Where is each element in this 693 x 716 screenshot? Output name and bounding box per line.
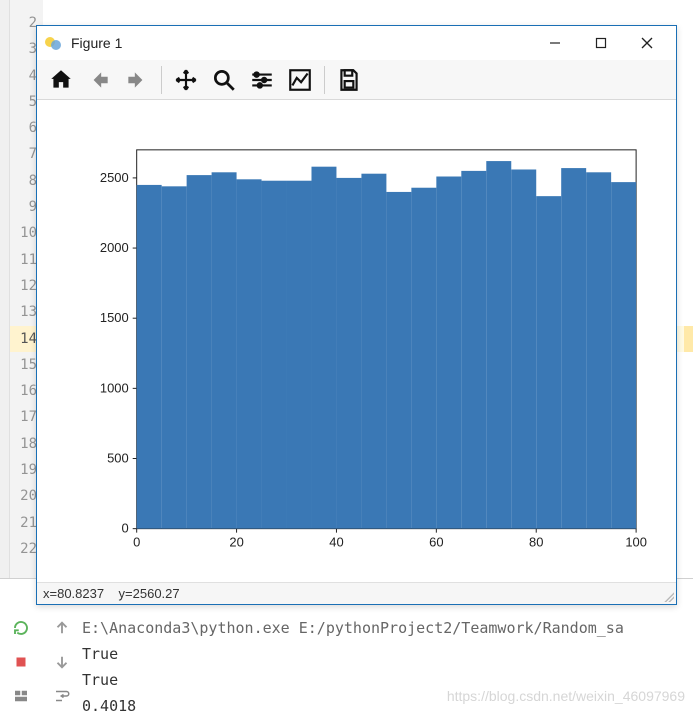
console-line: E:\Anaconda3\python.exe E:/pythonProject… (82, 615, 693, 641)
figure-toolbar (37, 60, 676, 100)
status-x: 80.8237 (57, 586, 104, 601)
svg-text:40: 40 (329, 535, 343, 550)
figure-window: Figure 1 0 500 1000 1500 2000 2500 0 20 40 60 80 10… (36, 25, 677, 605)
minimize-button[interactable] (532, 28, 578, 58)
gutter-highlight-marker (684, 326, 693, 352)
svg-text:2500: 2500 (100, 170, 129, 185)
back-button[interactable] (81, 63, 117, 97)
svg-text:500: 500 (107, 450, 129, 465)
svg-text:60: 60 (429, 535, 443, 550)
status-y: 2560.27 (133, 586, 180, 601)
status-y-prefix: y= (119, 586, 133, 601)
svg-text:1000: 1000 (100, 380, 129, 395)
svg-text:100: 100 (625, 535, 647, 550)
svg-text:1500: 1500 (100, 310, 129, 325)
window-title: Figure 1 (71, 35, 532, 51)
pan-button[interactable] (168, 63, 204, 97)
statusbar: x=80.8237 y=2560.27 (37, 582, 676, 604)
titlebar[interactable]: Figure 1 (37, 26, 676, 60)
forward-button[interactable] (119, 63, 155, 97)
toolbar-separator (161, 66, 162, 94)
maximize-button[interactable] (578, 28, 624, 58)
resize-grip[interactable] (662, 590, 674, 602)
svg-text:0: 0 (122, 521, 129, 536)
zoom-button[interactable] (206, 63, 242, 97)
subplots-button[interactable] (244, 63, 280, 97)
chart-svg: 0 500 1000 1500 2000 2500 0 20 40 60 80 100 (37, 100, 676, 579)
watermark: https://blog.csdn.net/weixin_46097969 (447, 688, 685, 704)
home-button[interactable] (43, 63, 79, 97)
svg-text:20: 20 (229, 535, 243, 550)
status-x-prefix: x= (43, 586, 57, 601)
close-button[interactable] (624, 28, 670, 58)
layout-icon[interactable] (12, 687, 30, 710)
stop-icon[interactable] (12, 653, 30, 676)
plot-area[interactable]: 0 500 1000 1500 2000 2500 0 20 40 60 80 100 (37, 100, 676, 582)
rerun-icon[interactable] (12, 619, 30, 642)
up-icon[interactable] (53, 619, 71, 642)
wrap-icon[interactable] (53, 687, 71, 710)
toolbar-separator (324, 66, 325, 94)
console-line: True (82, 641, 693, 667)
down-icon[interactable] (53, 653, 71, 676)
matplotlib-icon (45, 34, 63, 52)
save-button[interactable] (331, 63, 367, 97)
axes-button[interactable] (282, 63, 318, 97)
svg-text:2000: 2000 (100, 240, 129, 255)
svg-text:80: 80 (529, 535, 543, 550)
svg-text:0: 0 (133, 535, 140, 550)
